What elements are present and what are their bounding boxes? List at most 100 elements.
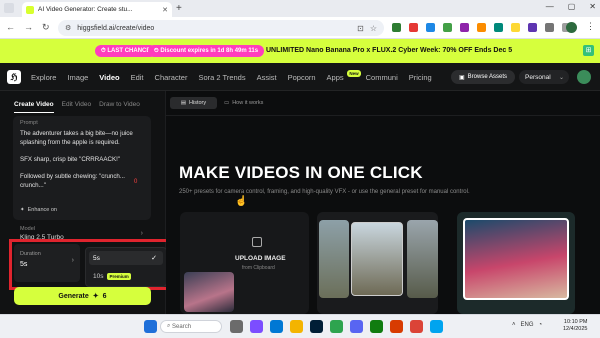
workspace-label: Personal bbox=[525, 73, 551, 81]
app-icon[interactable] bbox=[250, 320, 263, 333]
tab-search-icon[interactable] bbox=[4, 3, 14, 13]
extension-icon[interactable] bbox=[477, 23, 486, 32]
maximize-icon[interactable]: ▢ bbox=[568, 2, 576, 11]
prompt-input[interactable]: Prompt The adventurer takes a big bite—n… bbox=[13, 116, 151, 220]
new-badge: New bbox=[347, 70, 361, 77]
search-placeholder: Search bbox=[172, 323, 192, 330]
more-menu-icon[interactable]: ⋮ bbox=[586, 21, 595, 32]
tab-create-video[interactable]: Create Video bbox=[14, 101, 54, 108]
taskbar-search[interactable]: ⌕ Search bbox=[160, 320, 222, 333]
create-tabs: Create Video Edit Video Draw to Video bbox=[14, 101, 140, 108]
tab-title: AI Video Generator: Create stu... bbox=[38, 6, 133, 13]
address-bar[interactable]: ⚙ higgsfield.ai/create/video ⊡ ☆ bbox=[58, 20, 384, 36]
higgsfield-logo[interactable]: ℌ bbox=[7, 70, 21, 84]
photoshop-icon[interactable] bbox=[310, 320, 323, 333]
nav-apps[interactable]: Apps New bbox=[327, 70, 361, 82]
extension-icon[interactable] bbox=[528, 23, 537, 32]
extension-icon[interactable] bbox=[443, 23, 452, 32]
alert-icon: 0 bbox=[134, 179, 138, 185]
start-icon[interactable] bbox=[144, 320, 157, 333]
nav-popcorn[interactable]: Popcorn bbox=[288, 73, 316, 82]
nav-video[interactable]: Video bbox=[99, 73, 119, 82]
prompt-paragraph: SFX sharp, crisp bite "CRRRAACK!" bbox=[20, 156, 120, 163]
nav-explore[interactable]: Explore bbox=[31, 73, 56, 82]
close-tab-icon[interactable]: ✕ bbox=[162, 6, 168, 14]
extension-icon[interactable] bbox=[460, 23, 469, 32]
tab-draw-to-video[interactable]: Draw to Video bbox=[99, 101, 140, 108]
generate-cost: 6 bbox=[102, 292, 107, 300]
app-icon[interactable] bbox=[330, 320, 343, 333]
task-view-icon[interactable] bbox=[230, 320, 243, 333]
history-button[interactable]: ▤ History bbox=[170, 97, 217, 109]
app-icon[interactable] bbox=[390, 320, 403, 333]
chrome-icon[interactable] bbox=[410, 320, 423, 333]
app-icon[interactable] bbox=[430, 320, 443, 333]
back-icon[interactable]: ← bbox=[6, 22, 15, 33]
promo-banner[interactable]: ⏱ LAST CHANCE ⏲ Discount expires in 1d 8… bbox=[0, 39, 600, 63]
nav-image[interactable]: Image bbox=[67, 73, 88, 82]
how-it-works-button[interactable]: ▭ How it works bbox=[224, 97, 263, 109]
new-tab-icon[interactable]: + bbox=[176, 3, 182, 14]
workspace-select[interactable]: Personal ⌄ bbox=[519, 70, 569, 84]
generate-button[interactable]: Generate ✦ 6 bbox=[14, 287, 151, 305]
chevron-up-icon[interactable]: ˄ bbox=[512, 322, 516, 328]
search-icon: ⌕ bbox=[167, 323, 171, 329]
tab-edit-video[interactable]: Edit Video bbox=[62, 101, 92, 108]
preset-card[interactable] bbox=[457, 212, 575, 314]
nav-edit[interactable]: Edit bbox=[131, 73, 144, 82]
app-navbar: ℌ Explore Image Video Edit Character Sor… bbox=[0, 63, 600, 91]
grid-icon[interactable]: ⊞ bbox=[583, 45, 594, 56]
minimize-icon[interactable]: — bbox=[546, 2, 554, 11]
prompt-paragraph: The adventurer takes a big bite—no juice… bbox=[20, 130, 133, 146]
extension-icon[interactable] bbox=[511, 23, 520, 32]
windows-taskbar: ⌕ Search ˄ ENG ◔ 10:10 PM 12/4/2025 bbox=[0, 314, 600, 338]
site-info-icon[interactable]: ⚙ bbox=[65, 24, 71, 32]
clock[interactable]: 10:10 PM 12/4/2025 bbox=[563, 319, 587, 333]
info-icon: ▭ bbox=[224, 100, 230, 106]
wifi-icon[interactable]: ◔ bbox=[539, 322, 543, 328]
close-window-icon[interactable]: ✕ bbox=[589, 2, 596, 11]
nav-community[interactable]: Communi bbox=[366, 73, 398, 82]
bookmark-star-icon[interactable]: ☆ bbox=[370, 24, 377, 33]
prompt-label: Prompt bbox=[20, 120, 38, 126]
page-title: MAKE VIDEOS IN ONE CLICK bbox=[179, 163, 423, 182]
prompt-text[interactable]: The adventurer takes a big bite—no juice… bbox=[20, 129, 144, 198]
browse-assets-button[interactable]: ▣ Browse Assets bbox=[451, 70, 515, 84]
profile-avatar[interactable] bbox=[566, 22, 577, 33]
nav-character[interactable]: Character bbox=[155, 73, 188, 82]
preset-card[interactable] bbox=[317, 212, 438, 314]
language-indicator[interactable]: ENG bbox=[521, 322, 534, 328]
file-explorer-icon[interactable] bbox=[290, 320, 303, 333]
last-chance-text: LAST CHANCE bbox=[107, 48, 151, 54]
user-avatar[interactable] bbox=[577, 70, 591, 84]
extension-icon[interactable] bbox=[494, 23, 503, 32]
upload-image-card[interactable]: UPLOAD IMAGE from Clipboard bbox=[180, 212, 309, 314]
upload-title: UPLOAD IMAGE bbox=[235, 255, 286, 262]
upload-subtitle: from Clipboard bbox=[242, 265, 275, 271]
forward-icon[interactable]: → bbox=[24, 22, 33, 33]
create-panel: Create Video Edit Video Draw to Video Pr… bbox=[0, 91, 172, 314]
taskbar-apps bbox=[144, 320, 157, 333]
promo-text: UNLIMITED Nano Banana Pro x FLUX.2 Cyber… bbox=[266, 47, 513, 54]
nav-sora-trends[interactable]: Sora 2 Trends bbox=[198, 73, 245, 82]
edge-icon[interactable] bbox=[270, 320, 283, 333]
image-upload-icon bbox=[252, 237, 262, 247]
enhance-label: Enhance on bbox=[27, 207, 57, 213]
time: 10:10 PM bbox=[563, 319, 588, 325]
extension-icon[interactable] bbox=[409, 23, 418, 32]
install-icon[interactable]: ⊡ bbox=[357, 24, 364, 33]
reload-icon[interactable]: ↻ bbox=[42, 22, 50, 33]
nav-pricing[interactable]: Pricing bbox=[409, 73, 432, 82]
nav-assist[interactable]: Assist bbox=[257, 73, 277, 82]
browser-tab-active[interactable]: AI Video Generator: Create stu... ✕ bbox=[22, 2, 172, 17]
preset-thumbnail bbox=[319, 220, 349, 298]
extension-icon[interactable] bbox=[426, 23, 435, 32]
app-icon[interactable] bbox=[350, 320, 363, 333]
date: 12/4/2025 bbox=[563, 326, 588, 332]
app-icon[interactable] bbox=[370, 320, 383, 333]
extension-icon[interactable] bbox=[392, 23, 401, 32]
enhance-toggle[interactable]: ✦ Enhance on bbox=[20, 207, 57, 213]
puzzle-icon[interactable] bbox=[545, 23, 554, 32]
preset-thumbnail bbox=[407, 220, 438, 298]
pinned-apps bbox=[230, 320, 443, 333]
